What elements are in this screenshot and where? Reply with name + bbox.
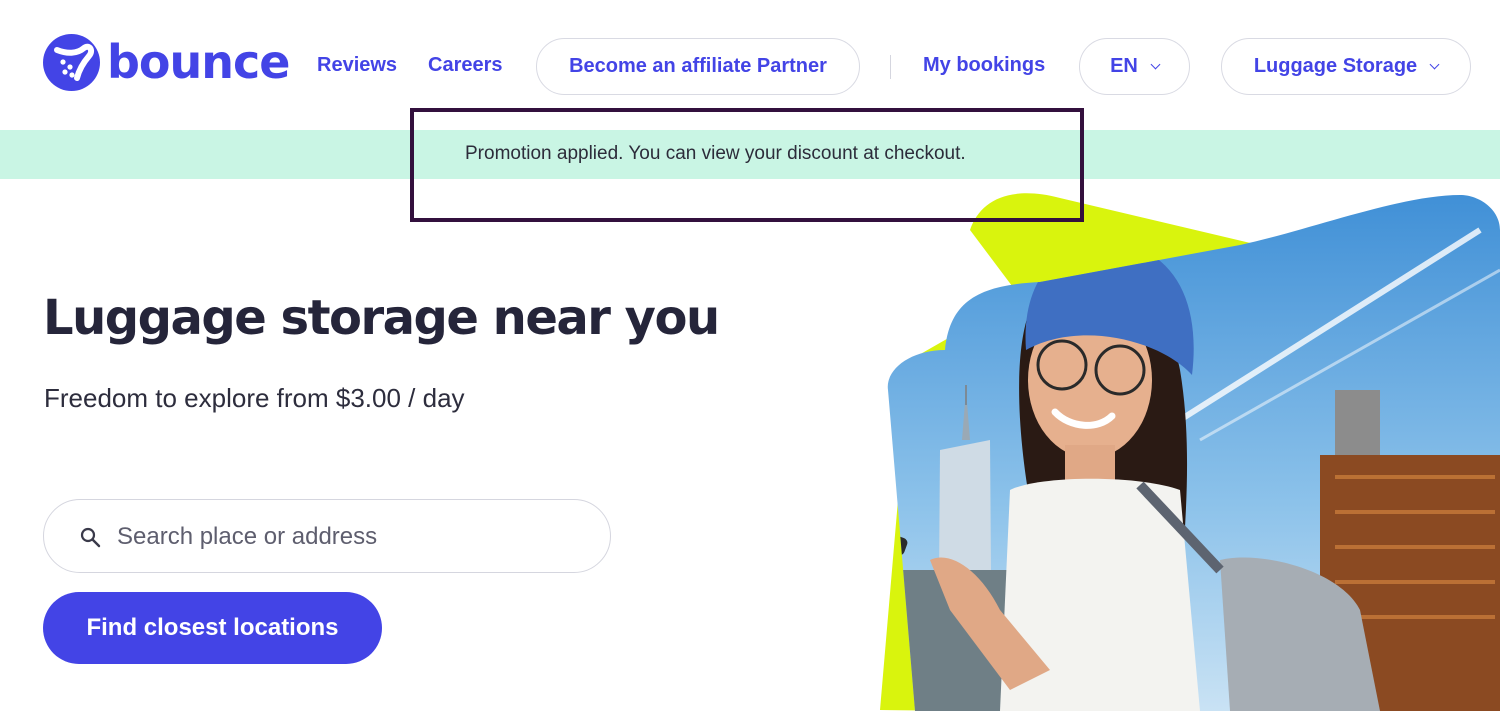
chevron-down-icon	[1429, 59, 1440, 70]
nav-divider	[890, 55, 891, 79]
bounce-logo-icon	[43, 34, 100, 91]
find-closest-locations-label: Find closest locations	[86, 614, 339, 641]
search-icon	[80, 527, 101, 553]
affiliate-partner-label: Become an affiliate Partner	[569, 55, 827, 77]
nav-my-bookings-link[interactable]: My bookings	[923, 52, 1045, 78]
chevron-down-icon	[1150, 59, 1161, 70]
luggage-storage-menu[interactable]: Luggage Storage	[1221, 38, 1471, 95]
language-label: EN	[1110, 55, 1138, 77]
nav-reviews-link[interactable]: Reviews	[317, 52, 397, 78]
nav-careers-link[interactable]: Careers	[428, 52, 503, 78]
search-input[interactable]	[117, 518, 587, 556]
hero-title: Luggage storage near you	[43, 290, 720, 346]
logo-wordmark: bounce	[107, 35, 290, 89]
bounce-logo[interactable]: bounce	[43, 34, 290, 91]
language-selector[interactable]: EN	[1079, 38, 1190, 95]
find-closest-locations-button[interactable]: Find closest locations	[43, 592, 382, 664]
hero-traveler-illustration	[880, 193, 1500, 711]
luggage-storage-label: Luggage Storage	[1253, 55, 1418, 77]
hero-subtitle: Freedom to explore from $3.00 / day	[44, 383, 465, 413]
affiliate-partner-button[interactable]: Become an affiliate Partner	[536, 38, 860, 95]
search-box[interactable]	[43, 499, 611, 573]
promo-highlight-outline	[410, 108, 1084, 222]
